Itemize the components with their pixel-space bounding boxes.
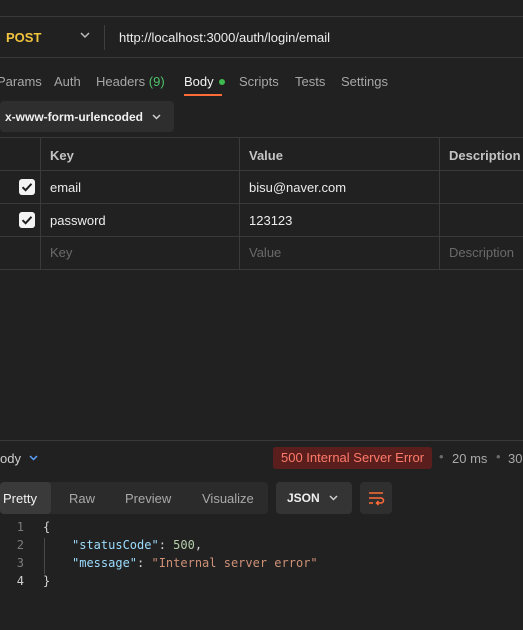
table-border	[0, 236, 523, 237]
checkmark-icon	[21, 216, 33, 225]
row-value[interactable]: 123123	[249, 213, 292, 228]
url-input[interactable]: http://localhost:3000/auth/login/email	[119, 30, 330, 45]
indent-guide	[44, 538, 45, 574]
view-tab-raw[interactable]: Raw	[69, 491, 95, 506]
row-key[interactable]: password	[50, 213, 106, 228]
tab-scripts[interactable]: Scripts	[239, 74, 279, 89]
json-number: 500	[173, 538, 195, 552]
line-number: 3	[16, 556, 24, 570]
view-tab-pretty[interactable]: Pretty	[3, 491, 37, 506]
response-size[interactable]: 30	[508, 451, 522, 466]
table-border	[0, 203, 523, 204]
column-header-value: Value	[249, 148, 283, 163]
response-divider	[0, 440, 523, 441]
code-line: {	[43, 520, 50, 534]
status-badge[interactable]: 500 Internal Server Error	[273, 447, 433, 469]
line-number: 4	[16, 574, 24, 588]
line-number: 2	[16, 538, 24, 552]
code-line: "statusCode": 500,	[72, 538, 203, 552]
table-border	[0, 137, 523, 138]
tab-auth[interactable]: Auth	[54, 74, 81, 89]
chevron-down-icon	[329, 495, 338, 501]
column-header-key: Key	[50, 148, 74, 163]
new-key-input[interactable]: Key	[50, 245, 72, 260]
response-time[interactable]: 20 ms	[452, 451, 487, 466]
code-line: }	[43, 574, 50, 588]
chevron-down-icon	[152, 114, 161, 120]
tab-settings[interactable]: Settings	[341, 74, 388, 89]
chevron-down-icon[interactable]	[27, 451, 40, 464]
tab-tests[interactable]: Tests	[295, 74, 325, 89]
tab-headers[interactable]: Headers (9)	[96, 74, 165, 89]
format-label: JSON	[287, 491, 320, 505]
brace: }	[43, 574, 51, 588]
table-border	[0, 170, 523, 171]
json-string: "Internal server error"	[151, 556, 318, 570]
wrap-lines-button[interactable]	[360, 482, 392, 514]
body-type-label: x-www-form-urlencoded	[5, 110, 144, 124]
active-tab-indicator	[184, 94, 222, 96]
code-line: "message": "Internal server error"	[72, 556, 318, 570]
wrap-lines-icon	[369, 492, 385, 506]
new-description-input[interactable]: Description	[449, 245, 514, 260]
separator-dot: •	[496, 449, 501, 464]
row-key[interactable]: email	[50, 180, 81, 195]
checkmark-icon	[21, 183, 33, 192]
url-bar: POST http://localhost:3000/auth/login/em…	[0, 17, 523, 58]
url-divider	[104, 25, 105, 50]
row-enabled-checkbox[interactable]	[19, 212, 35, 228]
response-toggle[interactable]: ody	[0, 451, 21, 466]
json-key: "statusCode"	[72, 538, 159, 552]
row-enabled-checkbox[interactable]	[19, 179, 35, 195]
method-select[interactable]: POST	[6, 30, 41, 45]
table-column-divider	[40, 137, 41, 269]
new-value-input[interactable]: Value	[249, 245, 281, 260]
headers-count-badge: (9)	[148, 74, 165, 89]
table-column-divider	[239, 137, 240, 269]
table-border	[0, 269, 523, 270]
table-column-divider	[439, 137, 440, 269]
body-type-dropdown[interactable]: x-www-form-urlencoded	[0, 101, 174, 132]
body-modified-dot	[218, 79, 225, 85]
tab-body[interactable]: Body	[184, 74, 225, 89]
json-key: "message"	[72, 556, 138, 570]
tab-headers-label: Headers	[96, 74, 146, 89]
tab-params[interactable]: Params	[0, 74, 42, 89]
separator-dot: •	[439, 449, 444, 464]
column-header-description: Description	[449, 148, 521, 163]
brace: {	[43, 520, 51, 534]
view-tab-preview[interactable]: Preview	[125, 491, 171, 506]
row-value[interactable]: bisu@naver.com	[249, 180, 346, 195]
tab-body-label: Body	[184, 74, 214, 89]
view-tab-visualize[interactable]: Visualize	[202, 491, 254, 506]
chevron-down-icon[interactable]	[78, 28, 92, 42]
line-number: 1	[16, 520, 24, 534]
